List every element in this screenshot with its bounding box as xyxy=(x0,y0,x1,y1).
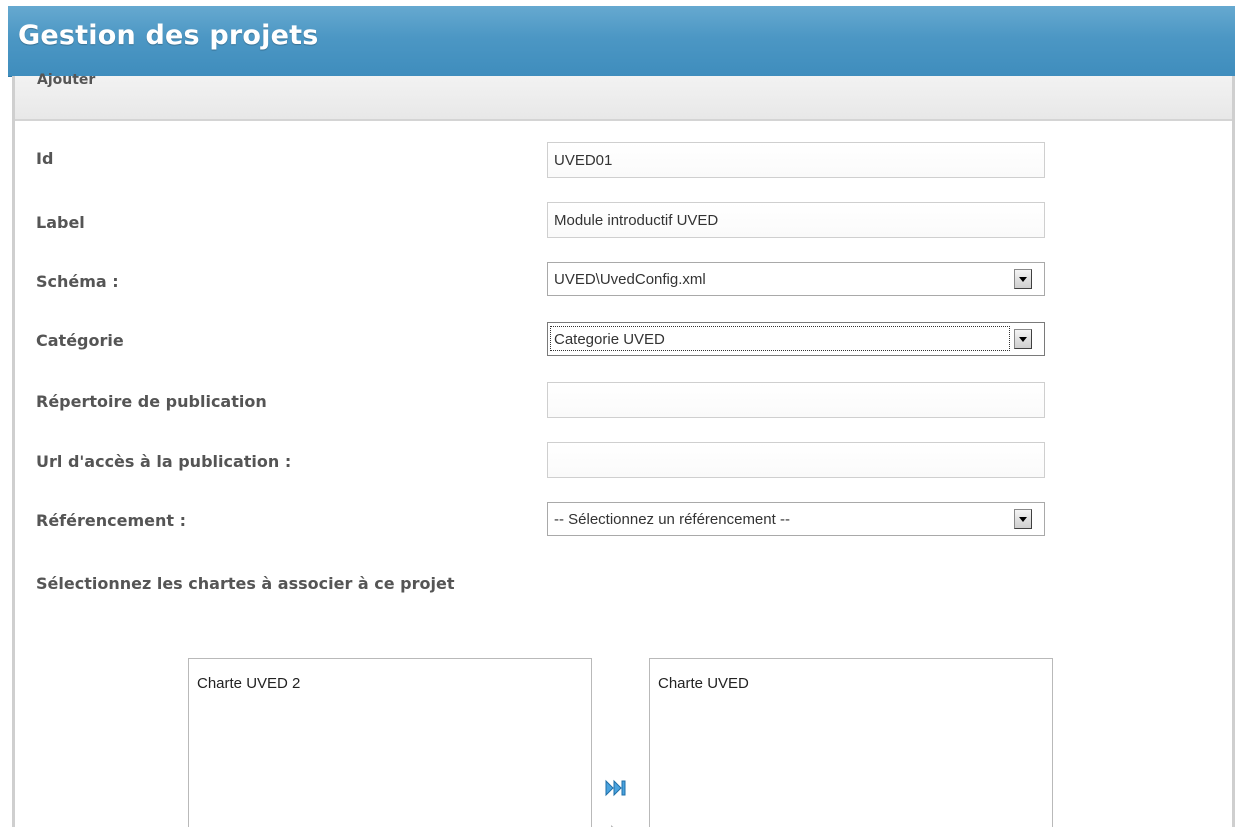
publication-dir-label: Répertoire de publication xyxy=(36,392,267,411)
category-select[interactable]: Categorie UVED xyxy=(547,322,1045,356)
label-value: Module introductif UVED xyxy=(554,212,719,229)
category-selected-value: Categorie UVED xyxy=(554,331,665,348)
referencing-select[interactable]: -- Sélectionnez un référencement -- xyxy=(547,502,1045,536)
selected-charters-list[interactable]: Charte UVED xyxy=(649,658,1053,827)
move-all-button[interactable] xyxy=(604,778,630,798)
charters-instruction: Sélectionnez les chartes à associer à ce… xyxy=(36,574,455,593)
referencing-selected-value: -- Sélectionnez un référencement -- xyxy=(554,511,790,528)
available-charters-list[interactable]: Charte UVED 2 xyxy=(188,658,592,827)
page-header: Gestion des projets xyxy=(8,6,1235,77)
panel-header: Ajouter xyxy=(15,72,1232,121)
id-field[interactable]: UVED01 xyxy=(547,142,1045,178)
id-label: Id xyxy=(36,149,54,168)
publication-url-label: Url d'accès à la publication : xyxy=(36,452,292,471)
publication-dir-field[interactable] xyxy=(547,382,1045,418)
chevron-down-icon[interactable] xyxy=(1014,329,1032,349)
move-one-button[interactable] xyxy=(608,820,622,827)
category-label: Catégorie xyxy=(36,331,124,350)
schema-selected-value: UVED\UvedConfig.xml xyxy=(554,271,706,288)
referencing-label: Référencement : xyxy=(36,511,186,530)
app-window: Gestion des projets Ajouter Id UVED01 La… xyxy=(0,0,1235,827)
schema-label: Schéma : xyxy=(36,272,119,291)
list-item[interactable]: Charte UVED 2 xyxy=(197,675,300,692)
label-field[interactable]: Module introductif UVED xyxy=(547,202,1045,238)
label-label: Label xyxy=(36,213,85,232)
list-item[interactable]: Charte UVED xyxy=(658,675,749,692)
fast-forward-icon xyxy=(605,779,626,797)
chevron-down-icon[interactable] xyxy=(1014,509,1032,529)
chevron-down-icon[interactable] xyxy=(1014,269,1032,289)
publication-url-field[interactable] xyxy=(547,442,1045,478)
schema-select[interactable]: UVED\UvedConfig.xml xyxy=(547,262,1045,296)
panel-section-label: Ajouter xyxy=(37,72,96,88)
page-title: Gestion des projets xyxy=(18,20,319,51)
id-value: UVED01 xyxy=(554,152,613,169)
